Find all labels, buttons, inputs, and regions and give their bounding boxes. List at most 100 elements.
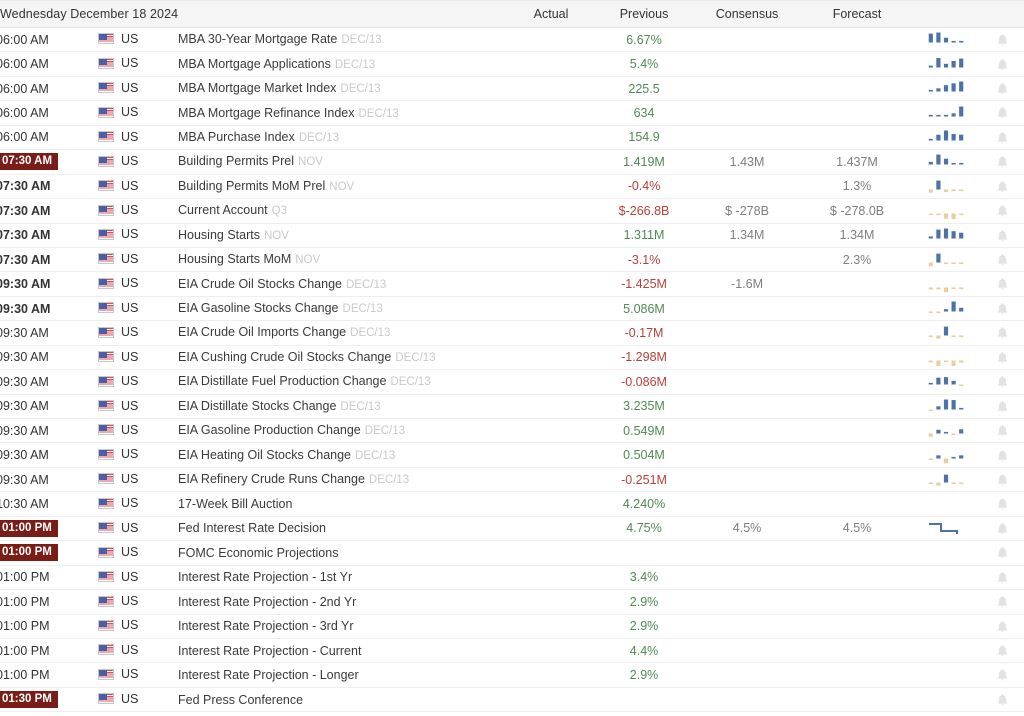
table-row[interactable]: 06:00 AMUSMBA 30-Year Mortgage RateDEC/1…	[0, 28, 1024, 52]
alert-bell-icon[interactable]	[980, 345, 1024, 369]
table-row[interactable]: 09:30 AMUSEIA Gasoline Stocks ChangeDEC/…	[0, 296, 1024, 320]
event-title[interactable]: MBA Mortgage Market Index	[178, 81, 336, 95]
alert-bell-icon[interactable]	[980, 174, 1024, 198]
sparkline-chart[interactable]	[912, 492, 980, 516]
country-cell[interactable]: US	[96, 345, 176, 369]
event-title[interactable]: EIA Distillate Stocks Change	[178, 399, 336, 413]
country-cell[interactable]: US	[96, 614, 176, 638]
event-name-cell[interactable]: EIA Cushing Crude Oil Stocks ChangeDEC/1…	[176, 345, 506, 369]
column-header-actual[interactable]: Actual	[506, 1, 596, 28]
sparkline-chart[interactable]	[912, 467, 980, 491]
sparkline-chart[interactable]	[912, 687, 980, 711]
sparkline-chart[interactable]	[912, 321, 980, 345]
event-name-cell[interactable]: Interest Rate Projection - 1st Yr	[176, 565, 506, 589]
table-row[interactable]: 09:30 AMUSEIA Gasoline Production Change…	[0, 419, 1024, 443]
event-name-cell[interactable]: Fed Interest Rate Decision	[176, 516, 506, 540]
event-name-cell[interactable]: MBA Mortgage Refinance IndexDEC/13	[176, 101, 506, 125]
alert-bell-icon[interactable]	[980, 76, 1024, 100]
event-title[interactable]: MBA 30-Year Mortgage Rate	[178, 32, 337, 46]
sparkline-chart[interactable]	[912, 174, 980, 198]
event-name-cell[interactable]: Interest Rate Projection - Current	[176, 638, 506, 662]
column-header-forecast[interactable]: Forecast	[802, 1, 912, 28]
event-name-cell[interactable]: Interest Rate Projection - 3rd Yr	[176, 614, 506, 638]
sparkline-chart[interactable]	[912, 76, 980, 100]
alert-bell-icon[interactable]	[980, 199, 1024, 223]
alert-bell-icon[interactable]	[980, 541, 1024, 565]
country-cell[interactable]: US	[96, 492, 176, 516]
sparkline-chart[interactable]	[912, 223, 980, 247]
table-row[interactable]: 01:00 PMUSInterest Rate Projection - 3rd…	[0, 614, 1024, 638]
event-title[interactable]: Housing Starts	[178, 228, 260, 242]
table-row[interactable]: 01:00 PMUSInterest Rate Projection - Lon…	[0, 663, 1024, 687]
event-name-cell[interactable]: MBA 30-Year Mortgage RateDEC/13	[176, 28, 506, 52]
event-title[interactable]: EIA Cushing Crude Oil Stocks Change	[178, 350, 391, 364]
alert-bell-icon[interactable]	[980, 394, 1024, 418]
event-name-cell[interactable]: Housing StartsNOV	[176, 223, 506, 247]
table-row[interactable]: 06:00 AMUSMBA Mortgage Refinance IndexDE…	[0, 101, 1024, 125]
alert-bell-icon[interactable]	[980, 272, 1024, 296]
event-name-cell[interactable]: EIA Distillate Stocks ChangeDEC/13	[176, 394, 506, 418]
country-cell[interactable]: US	[96, 663, 176, 687]
country-cell[interactable]: US	[96, 199, 176, 223]
country-cell[interactable]: US	[96, 370, 176, 394]
table-row[interactable]: 09:30 AMUSEIA Refinery Crude Runs Change…	[0, 467, 1024, 491]
table-row[interactable]: 07:30 AMUSBuilding Permits MoM PrelNOV-0…	[0, 174, 1024, 198]
event-name-cell[interactable]: Building Permits PrelNOV	[176, 150, 506, 174]
sparkline-chart[interactable]	[912, 638, 980, 662]
event-name-cell[interactable]: 17-Week Bill Auction	[176, 492, 506, 516]
sparkline-chart[interactable]	[912, 101, 980, 125]
event-title[interactable]: Interest Rate Projection - Longer	[178, 668, 359, 682]
event-name-cell[interactable]: EIA Heating Oil Stocks ChangeDEC/13	[176, 443, 506, 467]
sparkline-chart[interactable]	[912, 125, 980, 149]
column-header-consensus[interactable]: Consensus	[692, 1, 802, 28]
table-row[interactable]: 07:30 AMUSBuilding Permits PrelNOV1.419M…	[0, 150, 1024, 174]
event-name-cell[interactable]: Fed Press Conference	[176, 687, 506, 711]
sparkline-chart[interactable]	[912, 199, 980, 223]
country-cell[interactable]: US	[96, 223, 176, 247]
country-cell[interactable]: US	[96, 516, 176, 540]
alert-bell-icon[interactable]	[980, 52, 1024, 76]
sparkline-chart[interactable]	[912, 443, 980, 467]
table-row[interactable]: 09:30 AMUSEIA Cushing Crude Oil Stocks C…	[0, 345, 1024, 369]
event-name-cell[interactable]: Building Permits MoM PrelNOV	[176, 174, 506, 198]
event-title[interactable]: Building Permits MoM Prel	[178, 179, 325, 193]
country-cell[interactable]: US	[96, 28, 176, 52]
event-title[interactable]: MBA Mortgage Refinance Index	[178, 106, 355, 120]
sparkline-chart[interactable]	[912, 345, 980, 369]
table-row[interactable]: 01:00 PMUSFed Interest Rate Decision4.75…	[0, 516, 1024, 540]
event-title[interactable]: EIA Refinery Crude Runs Change	[178, 472, 365, 486]
table-row[interactable]: 09:30 AMUSEIA Crude Oil Stocks ChangeDEC…	[0, 272, 1024, 296]
country-cell[interactable]: US	[96, 687, 176, 711]
alert-bell-icon[interactable]	[980, 516, 1024, 540]
country-cell[interactable]: US	[96, 394, 176, 418]
country-cell[interactable]: US	[96, 467, 176, 491]
country-cell[interactable]: US	[96, 565, 176, 589]
sparkline-chart[interactable]	[912, 52, 980, 76]
table-row[interactable]: 01:30 PMUSFed Press Conference	[0, 687, 1024, 711]
event-title[interactable]: Interest Rate Projection - Current	[178, 644, 361, 658]
alert-bell-icon[interactable]	[980, 687, 1024, 711]
event-title[interactable]: Fed Press Conference	[178, 693, 303, 707]
event-name-cell[interactable]: EIA Gasoline Stocks ChangeDEC/13	[176, 296, 506, 320]
country-cell[interactable]: US	[96, 52, 176, 76]
alert-bell-icon[interactable]	[980, 419, 1024, 443]
table-row[interactable]: 06:00 AMUSMBA Purchase IndexDEC/13154.9	[0, 125, 1024, 149]
event-title[interactable]: Current Account	[178, 203, 268, 217]
sparkline-chart[interactable]	[912, 590, 980, 614]
alert-bell-icon[interactable]	[980, 492, 1024, 516]
table-row[interactable]: 07:30 AMUSHousing StartsNOV1.311M1.34M1.…	[0, 223, 1024, 247]
sparkline-chart[interactable]	[912, 247, 980, 271]
event-title[interactable]: EIA Crude Oil Stocks Change	[178, 277, 342, 291]
table-row[interactable]: 06:00 AMUSMBA Mortgage Market IndexDEC/1…	[0, 76, 1024, 100]
sparkline-chart[interactable]	[912, 150, 980, 174]
alert-bell-icon[interactable]	[980, 28, 1024, 52]
alert-bell-icon[interactable]	[980, 125, 1024, 149]
table-row[interactable]: 10:30 AMUS17-Week Bill Auction4.240%	[0, 492, 1024, 516]
alert-bell-icon[interactable]	[980, 101, 1024, 125]
sparkline-chart[interactable]	[912, 541, 980, 565]
alert-bell-icon[interactable]	[980, 638, 1024, 662]
event-title[interactable]: Interest Rate Projection - 1st Yr	[178, 570, 352, 584]
alert-bell-icon[interactable]	[980, 590, 1024, 614]
country-cell[interactable]: US	[96, 101, 176, 125]
event-name-cell[interactable]: MBA Purchase IndexDEC/13	[176, 125, 506, 149]
